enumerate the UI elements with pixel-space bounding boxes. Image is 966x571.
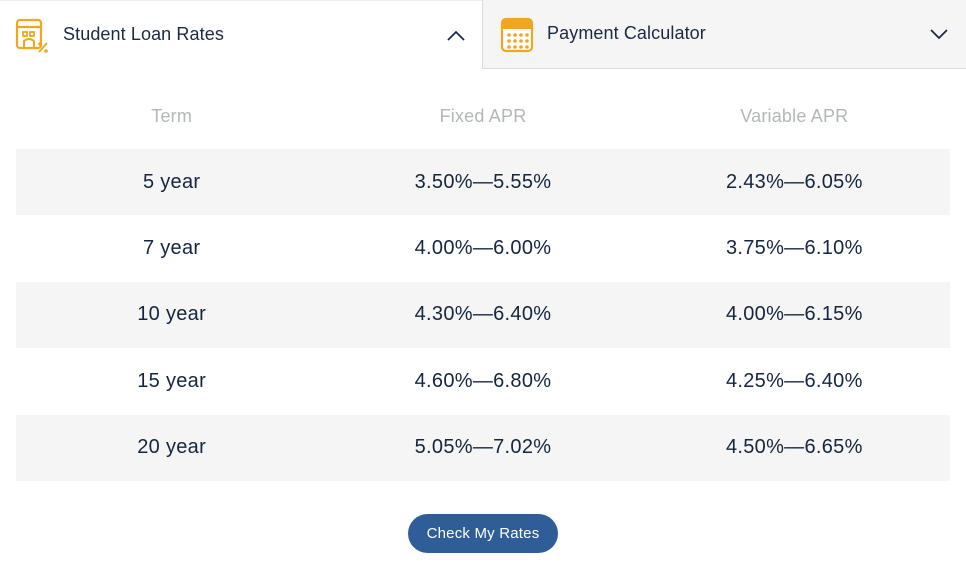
chevron-down-icon[interactable] (929, 26, 949, 42)
table-row: 7 year 4.00%—6.00% 3.75%—6.10% (16, 215, 950, 281)
term-cell: 20 year (137, 436, 207, 459)
tab-label: Student Loan Rates (63, 24, 224, 44)
column-header-variable-apr: Variable APR (740, 106, 849, 126)
term-cell: 15 year (137, 369, 207, 392)
term-cell: 7 year (142, 237, 201, 260)
fixed-apr-cell: 4.60%—6.80% (414, 369, 552, 392)
term-cell: 5 year (142, 170, 201, 193)
table-row: 15 year 4.60%—6.80% 4.25%—6.40% (16, 348, 950, 414)
calculator-icon (500, 17, 534, 53)
tab-bar: Student Loan Rates Payment Calculator (0, 0, 966, 69)
rates-widget: Student Loan Rates Payment Calculator Te… (0, 0, 966, 571)
variable-apr-cell: 2.43%—6.05% (725, 170, 863, 193)
variable-apr-cell: 4.50%—6.65% (725, 436, 863, 459)
fixed-apr-cell: 4.30%—6.40% (414, 303, 552, 326)
column-header-fixed-apr: Fixed APR (439, 106, 527, 126)
tab-label: Payment Calculator (547, 23, 706, 43)
fixed-apr-cell: 3.50%—5.55% (414, 170, 552, 193)
term-cell: 10 year (137, 303, 207, 326)
rates-table: Term Fixed APR Variable APR 5 year 3.50%… (16, 84, 950, 481)
table-header: Term Fixed APR Variable APR (16, 84, 950, 149)
fixed-apr-cell: 5.05%—7.02% (414, 436, 552, 459)
check-my-rates-button[interactable]: Check My Rates (408, 514, 558, 553)
variable-apr-cell: 4.25%—6.40% (725, 369, 863, 392)
fixed-apr-cell: 4.00%—6.00% (414, 237, 552, 260)
table-row: 20 year 5.05%—7.02% 4.50%—6.65% (16, 414, 950, 481)
chevron-up-icon[interactable] (446, 27, 466, 43)
loan-rates-icon (15, 18, 48, 53)
tab-payment-calculator[interactable]: Payment Calculator (482, 0, 966, 69)
table-row: 5 year 3.50%—5.55% 2.43%—6.05% (16, 149, 950, 216)
tab-student-loan-rates[interactable]: Student Loan Rates (0, 0, 482, 69)
table-row: 10 year 4.30%—6.40% 4.00%—6.15% (16, 281, 950, 349)
variable-apr-cell: 4.00%—6.15% (725, 303, 863, 326)
column-header-term: Term (151, 106, 193, 126)
variable-apr-cell: 3.75%—6.10% (725, 237, 863, 260)
